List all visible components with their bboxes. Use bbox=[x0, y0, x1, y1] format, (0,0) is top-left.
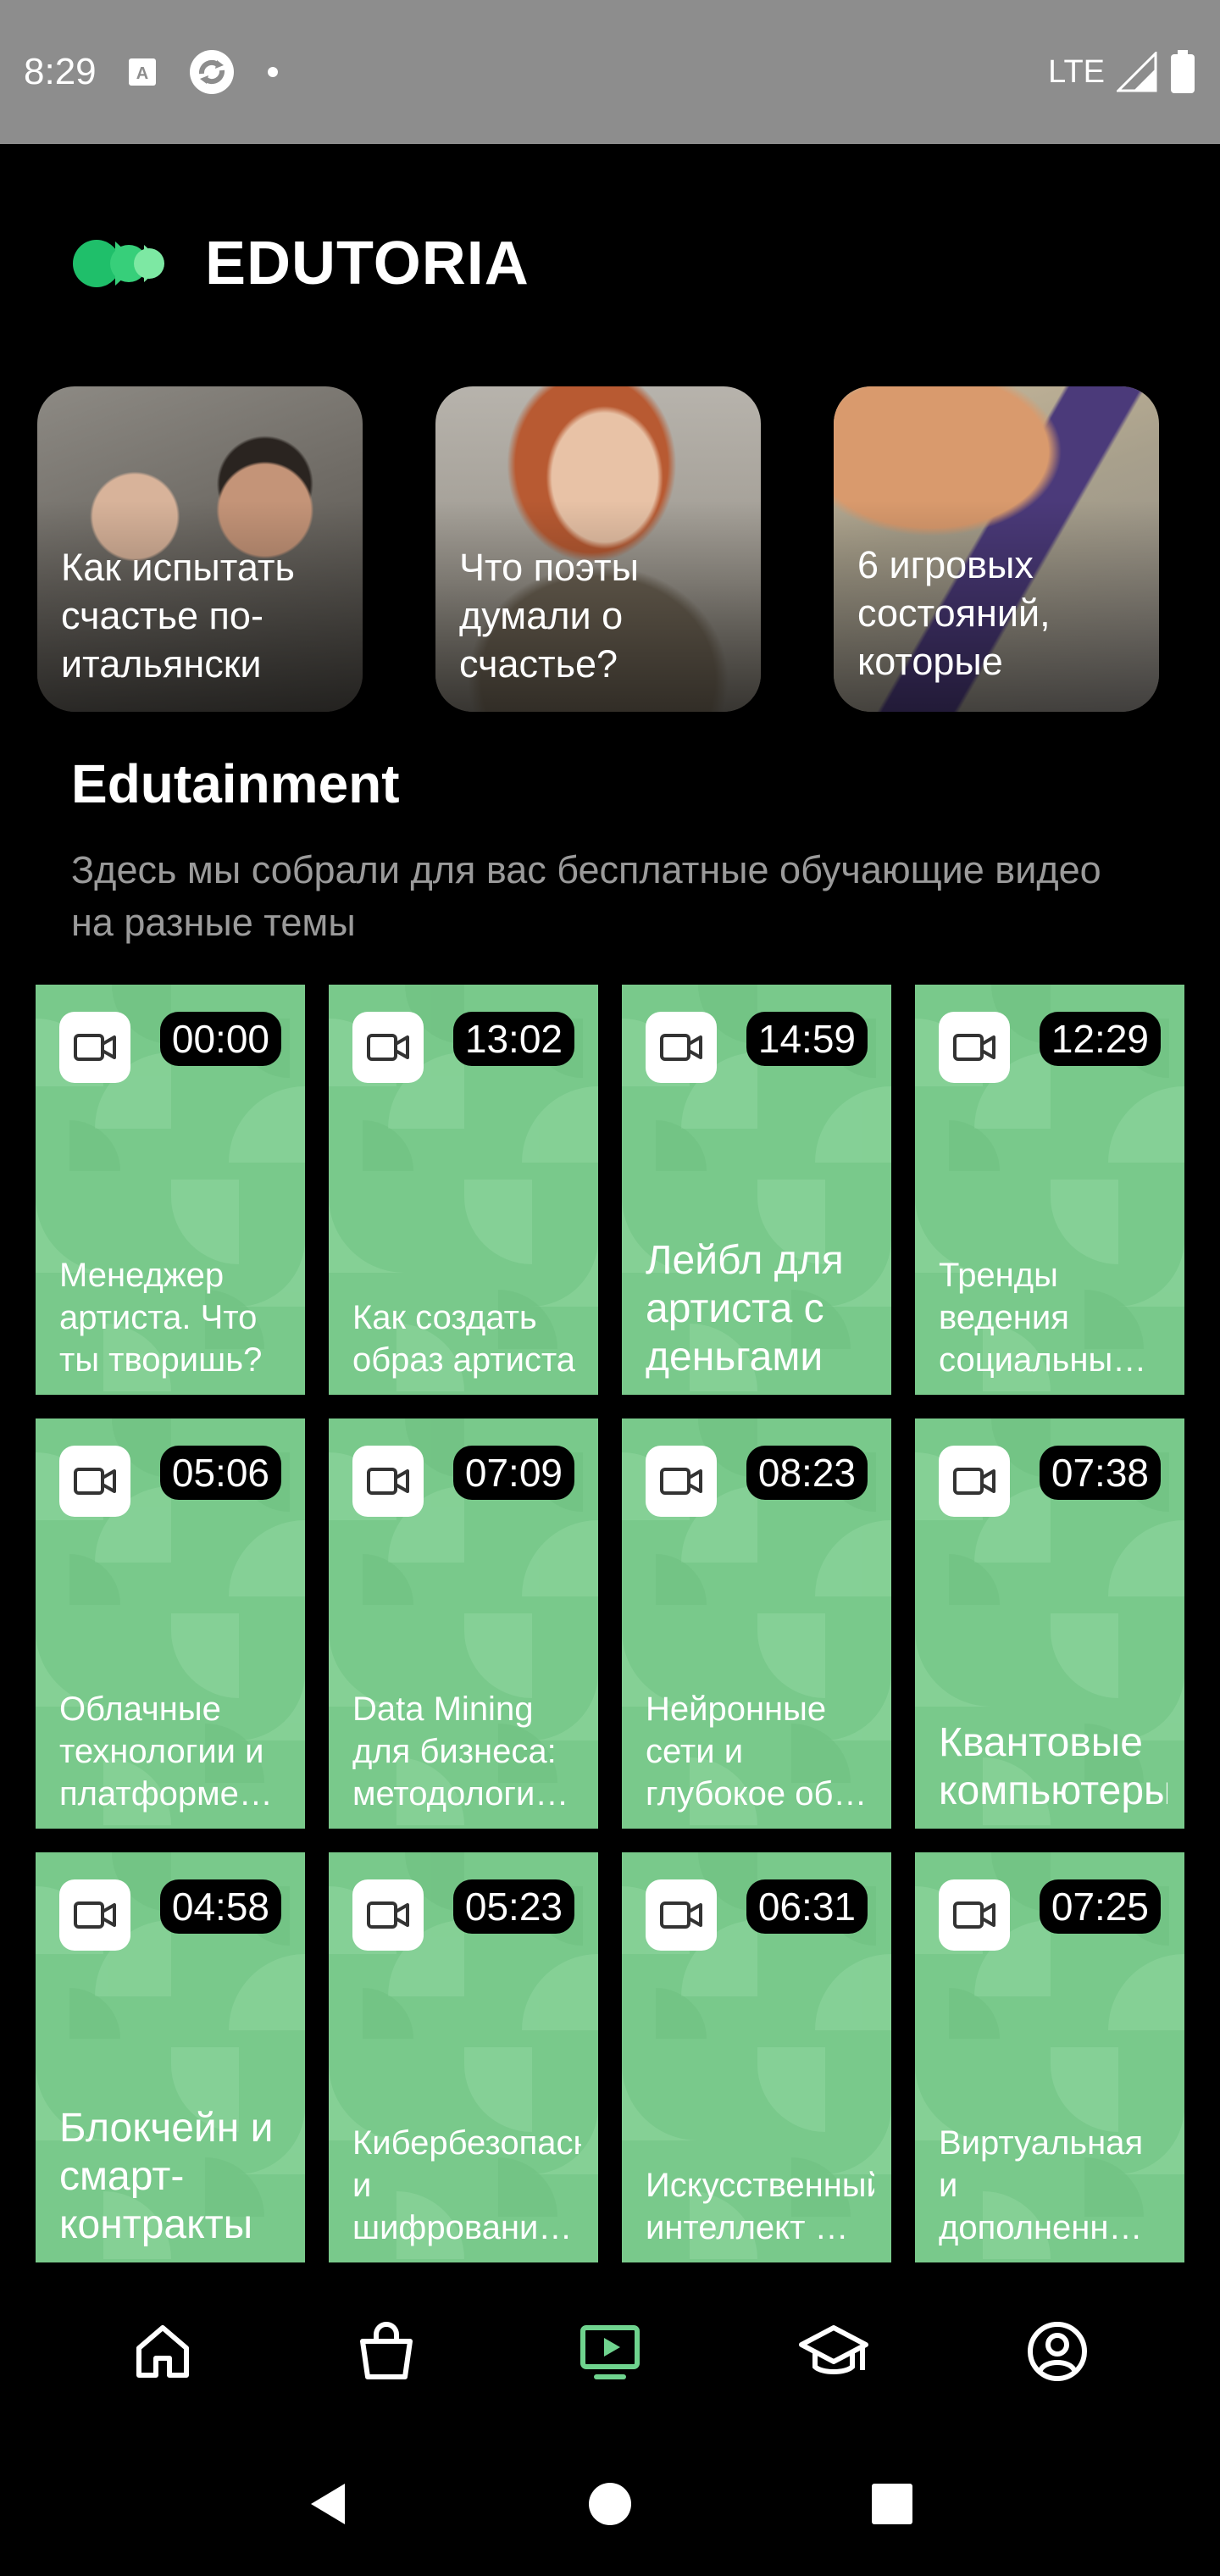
video-camera-icon bbox=[59, 1012, 130, 1083]
video-tile[interactable]: 13:02 Как создать образ артиста bbox=[329, 985, 598, 1395]
video-tile[interactable]: 07:09 Data Mining для бизнеса: методологи… bbox=[329, 1418, 598, 1829]
video-camera-icon bbox=[352, 1879, 424, 1951]
video-tile[interactable]: 08:23 Нейронные сети и глубокое об… bbox=[622, 1418, 891, 1829]
section-subtitle: Здесь мы собрали для вас бесплатные обуч… bbox=[71, 848, 1101, 944]
video-duration: 12:29 bbox=[1039, 1012, 1161, 1066]
keyboard-a-icon: A bbox=[127, 57, 158, 87]
video-title: Виртуальная и дополненн… bbox=[939, 2124, 1144, 2246]
story-card[interactable]: 6 игровых состояний, которые пригодятся … bbox=[834, 386, 1159, 712]
video-camera-icon bbox=[352, 1446, 424, 1517]
video-title: Квантовые компьютеры bbox=[939, 1720, 1167, 1813]
battery-icon bbox=[1169, 50, 1196, 94]
video-tile[interactable]: 12:29 Тренды ведения социальны… bbox=[915, 985, 1184, 1395]
video-title: Data Mining для бизнеса: методологи… bbox=[352, 1690, 569, 1813]
back-button[interactable] bbox=[294, 2470, 362, 2538]
video-duration: 00:00 bbox=[159, 1012, 281, 1066]
video-camera-icon bbox=[939, 1879, 1010, 1951]
svg-text:A: A bbox=[136, 64, 147, 83]
signal-icon bbox=[1117, 52, 1157, 92]
video-title: Тренды ведения социальны… bbox=[939, 1257, 1147, 1379]
video-tile[interactable]: 04:58 Блокчейн и смарт-контракты bbox=[36, 1852, 305, 2262]
video-duration: 07:09 bbox=[452, 1446, 574, 1500]
home-icon bbox=[136, 2325, 189, 2378]
back-triangle-icon bbox=[310, 2484, 345, 2524]
status-bar: 8:29 A LTE bbox=[0, 0, 1220, 144]
video-title: Блокчейн и смарт-контракты bbox=[59, 2106, 274, 2247]
video-play-icon bbox=[580, 2325, 640, 2379]
story-card[interactable]: Как испытать счастье по-итальянски bbox=[37, 386, 363, 712]
sync-icon bbox=[188, 48, 236, 96]
video-duration: 06:31 bbox=[746, 1879, 868, 1934]
recents-button[interactable] bbox=[858, 2470, 926, 2538]
story-title: Как испытать счастье по-итальянски bbox=[61, 546, 295, 686]
stories-carousel: Как испытать счастье по-итальянски Что п… bbox=[37, 386, 1198, 712]
nav-courses[interactable] bbox=[787, 2305, 880, 2398]
video-tile[interactable]: 05:23 Кибербезопасность и шифровани… bbox=[329, 1852, 598, 2262]
video-duration: 07:25 bbox=[1039, 1879, 1161, 1934]
bottom-nav bbox=[0, 2271, 1220, 2432]
video-camera-icon bbox=[352, 1012, 424, 1083]
nav-home[interactable] bbox=[116, 2305, 209, 2398]
story-card[interactable]: Что поэты думали о счастье? bbox=[435, 386, 761, 712]
video-tile[interactable]: 00:00 Менеджер артиста. Что ты творишь? bbox=[36, 985, 305, 1395]
video-duration: 05:23 bbox=[452, 1879, 574, 1934]
video-title: Как создать образ артиста bbox=[352, 1299, 576, 1379]
video-camera-icon bbox=[939, 1446, 1010, 1517]
video-camera-icon bbox=[646, 1446, 717, 1517]
home-circle-icon bbox=[588, 2483, 631, 2525]
video-camera-icon bbox=[59, 1879, 130, 1951]
video-tile[interactable]: 05:06 Облачные технологии и платформе… bbox=[36, 1418, 305, 1829]
app-logo: EDUTORIA bbox=[71, 229, 530, 298]
system-nav-bar bbox=[0, 2432, 1220, 2576]
video-duration: 08:23 bbox=[746, 1446, 868, 1500]
video-tile[interactable]: 07:25 Виртуальная и дополненн… bbox=[915, 1852, 1184, 2262]
video-camera-icon bbox=[939, 1012, 1010, 1083]
video-title: Лейбл для артиста с деньгами bbox=[646, 1238, 844, 1380]
video-title: Нейронные сети и глубокое об… bbox=[646, 1690, 868, 1813]
nav-profile[interactable] bbox=[1011, 2305, 1104, 2398]
profile-icon bbox=[1028, 2322, 1087, 2381]
video-camera-icon bbox=[59, 1446, 130, 1517]
dot-icon bbox=[266, 65, 280, 79]
home-button[interactable] bbox=[576, 2470, 644, 2538]
shopping-bag-icon bbox=[360, 2322, 413, 2379]
video-tile[interactable]: 06:31 Искусственный интеллект … bbox=[622, 1852, 891, 2262]
nav-videos[interactable] bbox=[563, 2305, 657, 2398]
video-tile[interactable]: 14:59 Лейбл для артиста с деньгами bbox=[622, 985, 891, 1395]
video-title: Облачные технологии и платформе… bbox=[59, 1690, 273, 1813]
story-title: Что поэты думали о счастье? bbox=[459, 546, 639, 686]
video-duration: 04:58 bbox=[159, 1879, 281, 1934]
section-title: Edutainment bbox=[71, 753, 400, 814]
nav-shop[interactable] bbox=[340, 2305, 433, 2398]
video-camera-icon bbox=[646, 1879, 717, 1951]
status-time: 8:29 bbox=[24, 51, 97, 92]
video-duration: 05:06 bbox=[159, 1446, 281, 1500]
logo-mark-icon bbox=[73, 240, 164, 287]
video-title: Кибербезопасность и шифровани… bbox=[352, 2124, 581, 2246]
video-camera-icon bbox=[646, 1012, 717, 1083]
graduation-cap-icon bbox=[799, 2325, 868, 2374]
video-grid: 00:00 Менеджер артиста. Что ты творишь? 1… bbox=[36, 985, 1184, 2262]
video-title: Искусственный интеллект … bbox=[646, 2167, 874, 2246]
recents-square-icon bbox=[872, 2484, 913, 2524]
video-title: Менеджер артиста. Что ты творишь? bbox=[59, 1257, 263, 1379]
story-title: 6 игровых состояний, которые пригодятся … bbox=[857, 543, 1051, 683]
video-duration: 13:02 bbox=[452, 1012, 574, 1066]
video-duration: 07:38 bbox=[1039, 1446, 1161, 1500]
video-tile[interactable]: 07:38 Квантовые компьютеры bbox=[915, 1418, 1184, 1829]
video-duration: 14:59 bbox=[746, 1012, 868, 1066]
network-type: LTE bbox=[1048, 53, 1105, 90]
logo-text: EDUTORIA bbox=[205, 230, 530, 297]
